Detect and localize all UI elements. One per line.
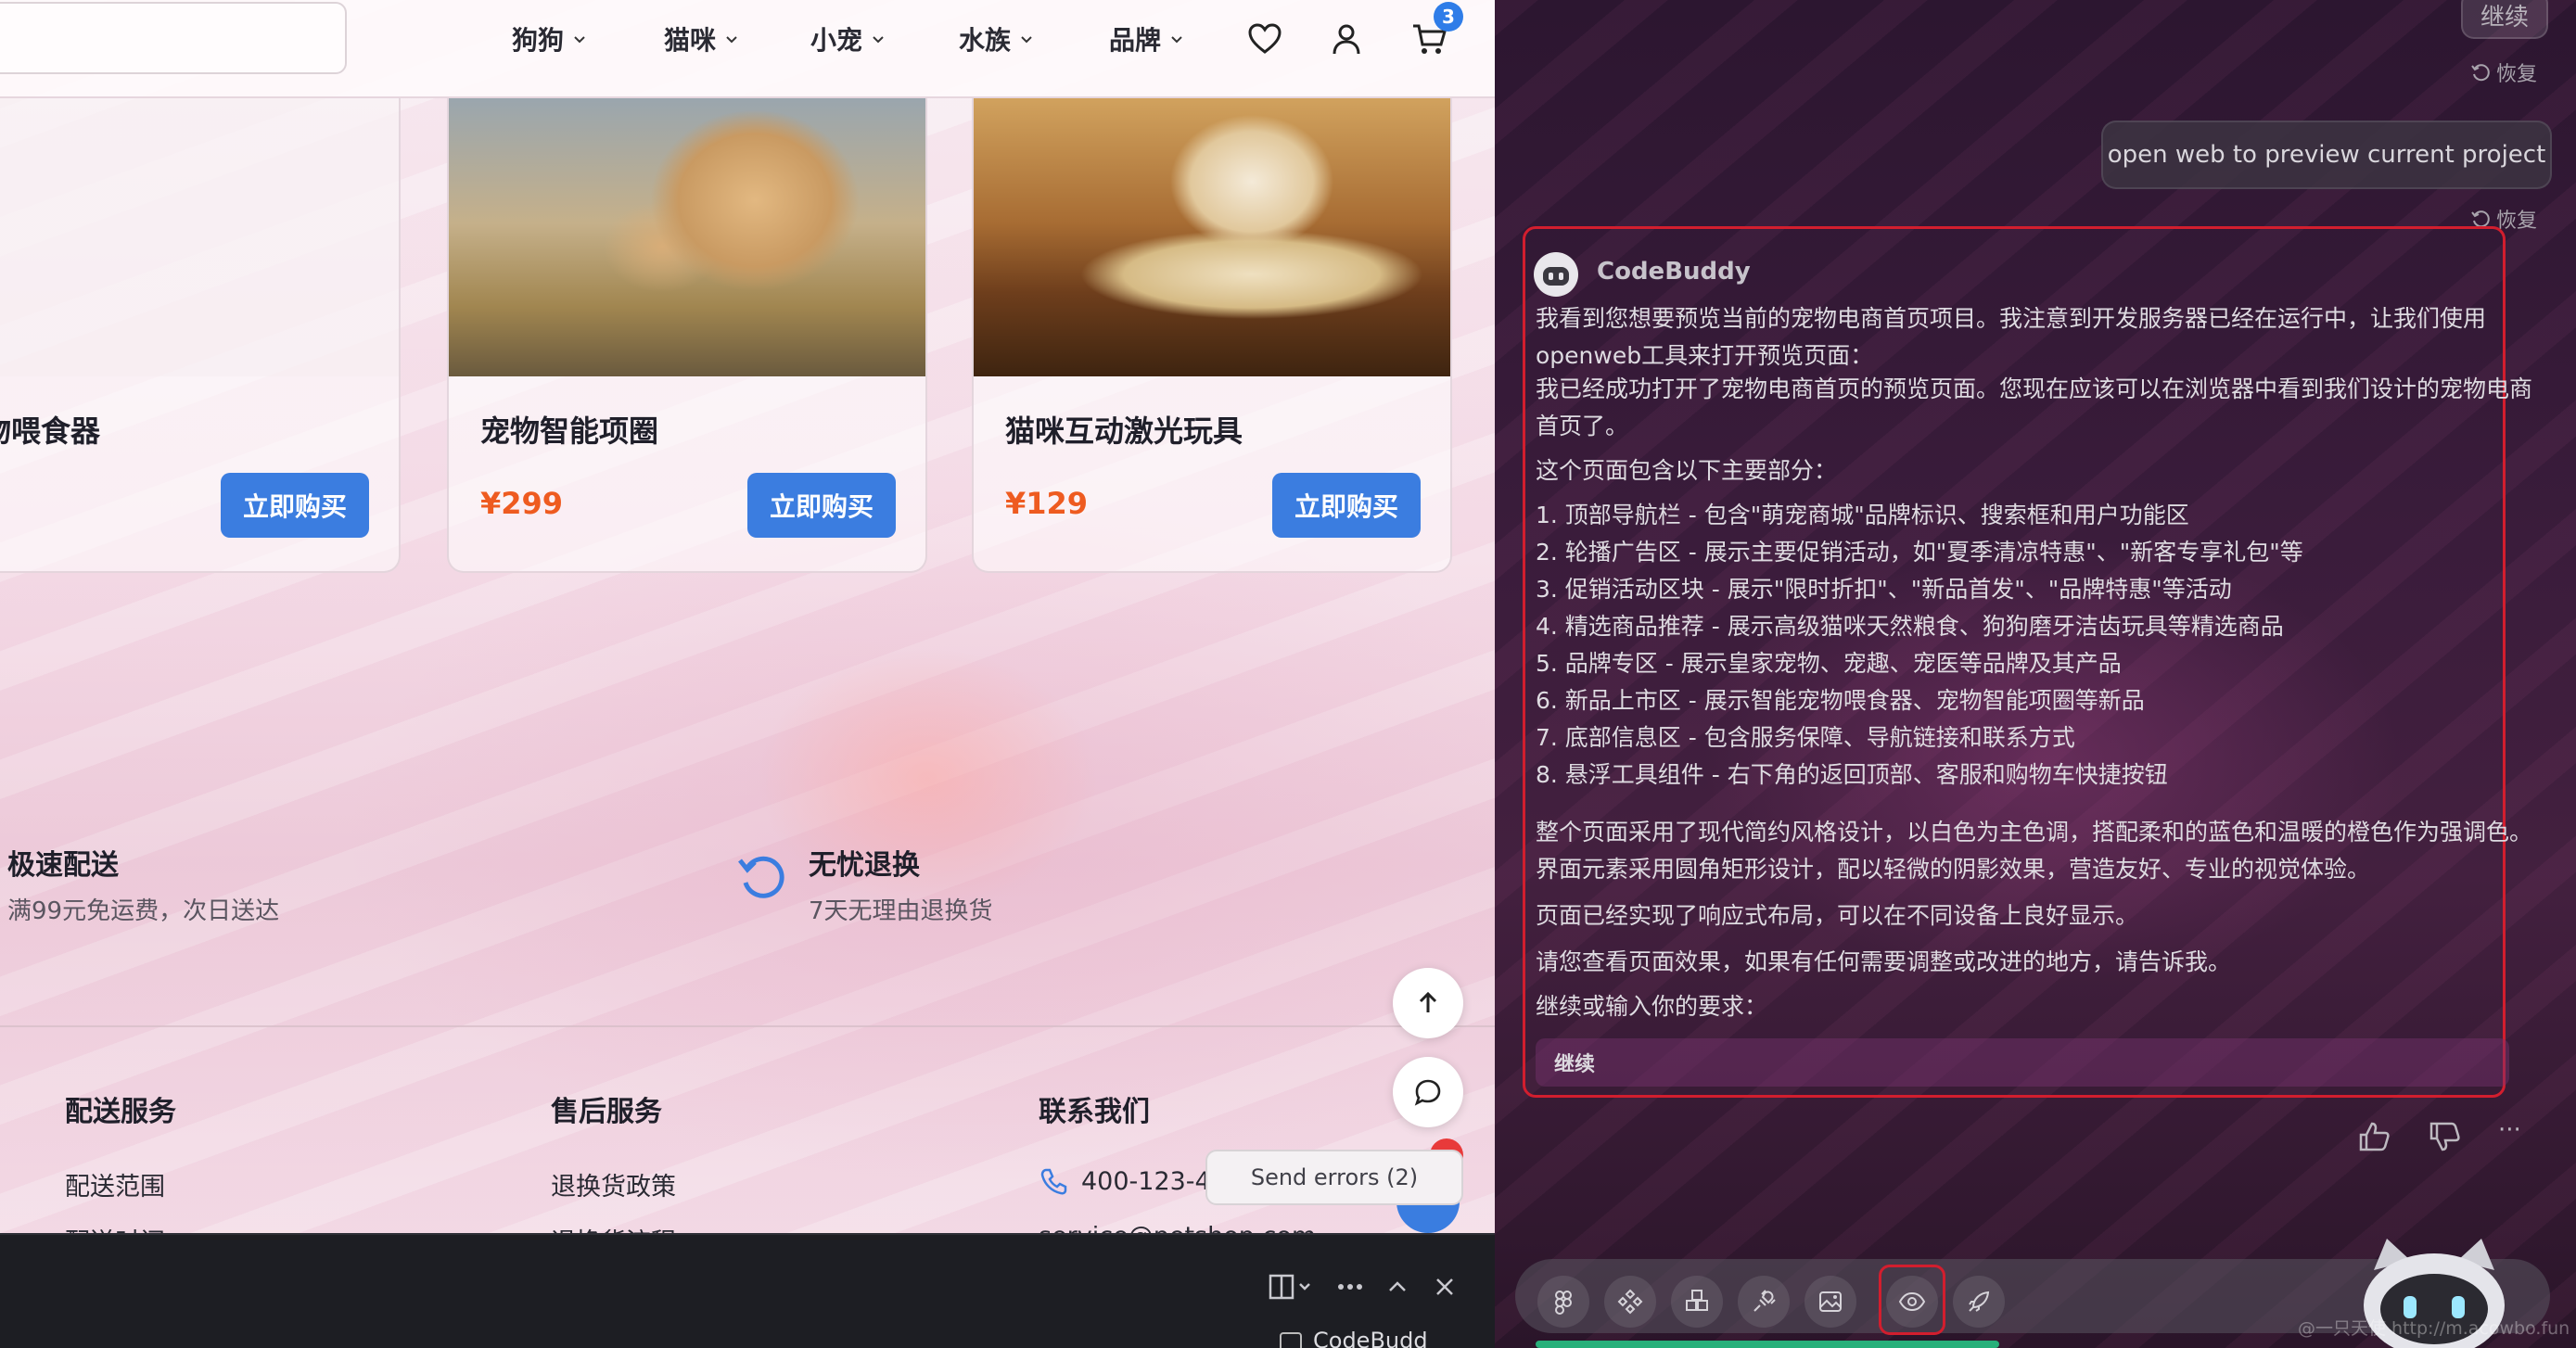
product-image	[0, 98, 399, 376]
more-options-icon[interactable]: ···	[2498, 1116, 2521, 1144]
feature-subtitle: 满99元免运费，次日送达	[7, 897, 280, 925]
footer-link-cut[interactable]: 配送时间	[65, 1226, 165, 1233]
back-to-top-button[interactable]	[1393, 968, 1463, 1038]
editor-panel-bar: CodeBudd	[0, 1233, 1495, 1348]
product-price: ¥129	[1005, 486, 1089, 521]
footer-title-after-sales: 售后服务	[551, 1096, 662, 1128]
thumbs-up-icon[interactable]	[2355, 1118, 2392, 1155]
plug-icon[interactable]	[1738, 1276, 1790, 1328]
preview-tool-highlight	[1879, 1265, 1945, 1335]
phone-icon	[1040, 1168, 1067, 1195]
feature-fast-delivery: 极速配送 满99元免运费，次日送达	[7, 842, 279, 926]
continue-button[interactable]: 继续	[1536, 1038, 2509, 1087]
customer-service-button[interactable]	[1393, 1057, 1463, 1127]
feature-title: 极速配送	[7, 849, 119, 882]
arrow-up-icon	[1419, 991, 1437, 1012]
nav-item-aquatic[interactable]: 水族	[959, 19, 1035, 59]
restore-link[interactable]: 恢复	[2470, 57, 2537, 87]
product-card[interactable]: 宠物智能项圈 ¥299 立即购买	[447, 98, 927, 573]
footer-divider	[0, 1025, 1495, 1027]
product-title: 宠物智能项圈	[480, 413, 659, 449]
footer-contact-email-cut[interactable]: service@petshop.com	[1039, 1226, 1316, 1233]
robot-avatar-icon	[1536, 254, 1576, 295]
feature-title: 无忧退换	[809, 849, 920, 882]
reply-paragraph: 我已经成功打开了宠物电商首页的预览页面。您现在应该可以在浏览器中看到我们设计的宠…	[1536, 375, 2533, 439]
list-item: 8. 悬浮工具组件 - 右下角的返回顶部、客服和购物车快捷按钮	[1536, 761, 2168, 788]
product-title: 猫咪互动激光玩具	[1005, 413, 1243, 449]
reply-paragraph: 整个页面采用了现代简约风格设计，以白色为主色调，搭配柔和的蓝色和温暖的橙色作为强…	[1536, 819, 2533, 883]
footer-title-delivery: 配送服务	[65, 1096, 176, 1128]
list-item: 1. 顶部导航栏 - 包含"萌宠商城"品牌标识、搜索框和用户功能区	[1536, 502, 2189, 528]
reply-paragraph: 我看到您想要预览当前的宠物电商首页项目。我注意到开发服务器已经在运行中，让我们使…	[1536, 305, 2487, 369]
chevron-up-icon[interactable]	[1385, 1270, 1409, 1303]
top-navbar: 狗狗 猫咪 小宠 水族 品牌 3	[0, 0, 1495, 98]
list-item: 3. 促销活动区块 - 展示"限时折扣"、"新品首发"、"品牌特惠"等活动	[1536, 576, 2232, 603]
list-item: 6. 新品上市区 - 展示智能宠物喂食器、宠物智能项圈等新品	[1536, 687, 2145, 714]
reply-paragraph: 继续或输入你的要求：	[1536, 993, 1768, 1020]
list-item: 2. 轮播广告区 - 展示主要促销活动，如"夏季清凉特惠"、"新客专享礼包"等	[1536, 539, 2303, 566]
figma-icon[interactable]	[1537, 1276, 1589, 1328]
refresh-icon	[738, 856, 784, 898]
feature-easy-returns: 无忧退换 7天无理由退换货	[734, 842, 993, 926]
search-box[interactable]	[0, 2, 347, 74]
chevron-down-icon	[1171, 36, 1182, 44]
watermark: @一只天使 http://m.acowbo.fun	[2298, 1318, 2570, 1339]
input-focus-line	[1536, 1341, 1999, 1348]
footer-link-delivery-area[interactable]: 配送范围	[65, 1166, 165, 1202]
split-panel-icon[interactable]	[1269, 1270, 1313, 1303]
footer-contact-phone[interactable]: 400-123-45	[1039, 1166, 1227, 1196]
rocket-icon[interactable]	[1953, 1276, 2005, 1328]
nav-item-brands[interactable]: 品牌	[1109, 19, 1185, 59]
file-icon	[1280, 1332, 1302, 1348]
nav-item-dogs[interactable]: 狗狗	[512, 19, 588, 59]
chevron-down-icon	[873, 36, 884, 44]
history-icon	[2471, 64, 2490, 82]
chevron-down-icon	[726, 36, 737, 44]
send-errors-button[interactable]: Send errors (2)	[1205, 1150, 1463, 1205]
avatar	[1534, 252, 1578, 297]
list-item: 7. 底部信息区 - 包含服务保障、导航链接和联系方式	[1536, 724, 2075, 751]
reply-paragraph: 请您查看页面效果，如果有任何需要调整或改进的地方，请告诉我。	[1536, 948, 2232, 975]
product-title: 能宠物喂食器	[0, 413, 101, 449]
footer-link-cut[interactable]: 退换货流程	[551, 1226, 676, 1233]
product-image	[449, 98, 925, 376]
chevron-down-icon	[1021, 36, 1032, 44]
more-icon[interactable]	[1337, 1270, 1363, 1303]
nav-item-small-pets[interactable]: 小宠	[810, 19, 886, 59]
feature-subtitle: 7天无理由退换货	[809, 897, 993, 925]
image-icon[interactable]	[1804, 1276, 1856, 1328]
heart-icon[interactable]	[1244, 19, 1285, 59]
list-item: 4. 精选商品推荐 - 展示高级猫咪天然粮食、狗狗磨牙洁齿玩具等精选商品	[1536, 613, 2284, 640]
user-icon[interactable]	[1326, 19, 1367, 59]
tab-codebuddy[interactable]: CodeBudd	[1280, 1331, 1428, 1348]
buy-now-button[interactable]: 立即购买	[1272, 473, 1421, 538]
chat-bubble-icon	[1414, 1079, 1441, 1106]
reply-list: 1. 顶部导航栏 - 包含"萌宠商城"品牌标识、搜索框和用户功能区 2. 轮播广…	[1536, 497, 2537, 794]
web-preview: 狗狗 猫咪 小宠 水族 品牌 3 喂食器 立即购买 宠物智能项圈 ¥299 立即…	[0, 0, 1495, 1233]
assistant-name: CodeBuddy	[1597, 258, 1751, 286]
footer-title-contact: 联系我们	[1039, 1096, 1150, 1128]
reply-paragraph: 页面已经实现了响应式布局，可以在不同设备上良好显示。	[1536, 902, 2139, 929]
buy-now-button[interactable]: 立即购买	[747, 473, 896, 538]
component-icon[interactable]	[1604, 1276, 1656, 1328]
buy-now-button[interactable]: 立即购买	[221, 473, 369, 538]
user-message: open web to preview current project	[2101, 121, 2552, 189]
thumbs-down-icon[interactable]	[2426, 1118, 2463, 1155]
reply-paragraph: 这个页面包含以下主要部分：	[1536, 457, 1838, 484]
product-card[interactable]: 能宠物喂食器 99 立即购买	[0, 98, 401, 573]
continue-button-top[interactable]: 继续	[2461, 0, 2548, 39]
product-image	[974, 98, 1450, 376]
footer-link-return-policy[interactable]: 退换货政策	[551, 1166, 676, 1202]
chevron-down-icon	[574, 36, 585, 44]
product-price: ¥299	[480, 486, 564, 521]
blocks-icon[interactable]	[1671, 1276, 1723, 1328]
cart-count-badge: 3	[1434, 2, 1463, 32]
product-card[interactable]: 猫咪互动激光玩具 ¥129 立即购买	[972, 98, 1452, 573]
nav-item-cats[interactable]: 猫咪	[664, 19, 740, 59]
chat-panel: 继续 恢复 open web to preview current projec…	[1495, 0, 2576, 1348]
close-icon[interactable]	[1434, 1270, 1456, 1303]
list-item: 5. 品牌专区 - 展示皇家宠物、宠趣、宠医等品牌及其产品	[1536, 650, 2122, 677]
